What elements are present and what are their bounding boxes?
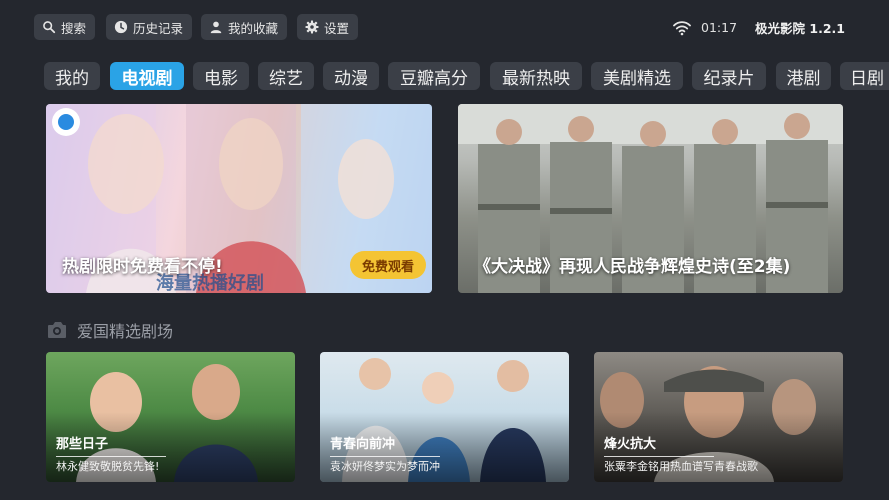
app-name: 极光影院 1.2.1: [755, 21, 845, 36]
tab-variety[interactable]: 综艺: [258, 62, 314, 90]
top-bar: 搜索 历史记录 我的收藏 设置 01:17 极光影院 1.2.1: [0, 0, 889, 52]
tab-documentary[interactable]: 纪录片: [692, 62, 766, 90]
card-divider: [604, 456, 714, 457]
show-card[interactable]: 那些日子 林永健致敬脱贫先锋!: [46, 352, 295, 482]
card-subtitle: 袁冰妍佟梦实为梦而冲: [330, 460, 440, 473]
channel-logo: [52, 108, 80, 136]
card-divider: [56, 456, 166, 457]
banner-caption: 《大决战》再现人民战争辉煌史诗(至2集): [474, 257, 791, 277]
card-title: 烽火抗大: [604, 437, 657, 452]
card-title: 青春向前冲: [330, 437, 396, 452]
favorites-button[interactable]: 我的收藏: [201, 14, 288, 40]
section-header: 爱国精选剧场: [46, 318, 173, 342]
search-label: 搜索: [61, 20, 87, 36]
section-title: 爱国精选剧场: [77, 322, 174, 341]
promo-banner-free-series[interactable]: 海量热播好剧 免费观看 热剧限时免费看不停!: [46, 104, 432, 293]
card-divider: [330, 456, 440, 457]
card-subtitle: 张粟李金铭用热血谱写青春战歌: [604, 460, 758, 473]
tab-tv-series[interactable]: 电视剧: [110, 62, 184, 90]
show-card[interactable]: 青春向前冲 袁冰妍佟梦实为梦而冲: [320, 352, 569, 482]
clock-icon: [114, 20, 128, 34]
favorites-label: 我的收藏: [228, 20, 279, 36]
free-watch-badge[interactable]: 免费观看: [349, 251, 426, 279]
tab-anime[interactable]: 动漫: [323, 62, 379, 90]
card-title: 那些日子: [56, 437, 109, 452]
tab-jp-series[interactable]: 日剧: [840, 62, 889, 90]
history-label: 历史记录: [133, 20, 184, 36]
wifi-icon: [673, 20, 691, 35]
camera-icon: [48, 322, 66, 338]
category-tabs: 我的 电视剧 电影 综艺 动漫 豆瓣高分 最新热映 美剧精选 纪录片 港剧 日剧: [0, 62, 889, 92]
card-subtitle: 林永健致敬脱贫先锋!: [56, 460, 160, 473]
tab-movies[interactable]: 电影: [193, 62, 249, 90]
tab-douban-top[interactable]: 豆瓣高分: [388, 62, 480, 90]
gear-icon: [305, 20, 319, 34]
search-icon: [43, 21, 56, 34]
tab-mine[interactable]: 我的: [44, 62, 100, 90]
banner-caption: 热剧限时免费看不停!: [62, 257, 223, 277]
promo-banner-decisive-battle[interactable]: 《大决战》再现人民战争辉煌史诗(至2集): [458, 104, 843, 293]
history-button[interactable]: 历史记录: [106, 14, 193, 40]
tab-us-series[interactable]: 美剧精选: [591, 62, 683, 90]
clock-time: 01:17: [701, 20, 738, 35]
settings-button[interactable]: 设置: [297, 14, 359, 40]
show-card[interactable]: 烽火抗大 张粟李金铭用热血谱写青春战歌: [594, 352, 843, 482]
tab-new-releases[interactable]: 最新热映: [490, 62, 582, 90]
status-area: 01:17 极光影院 1.2.1: [673, 18, 845, 37]
tab-hk-series[interactable]: 港剧: [776, 62, 831, 90]
settings-label: 设置: [324, 20, 350, 36]
user-icon: [210, 21, 222, 34]
search-button[interactable]: 搜索: [34, 14, 96, 40]
